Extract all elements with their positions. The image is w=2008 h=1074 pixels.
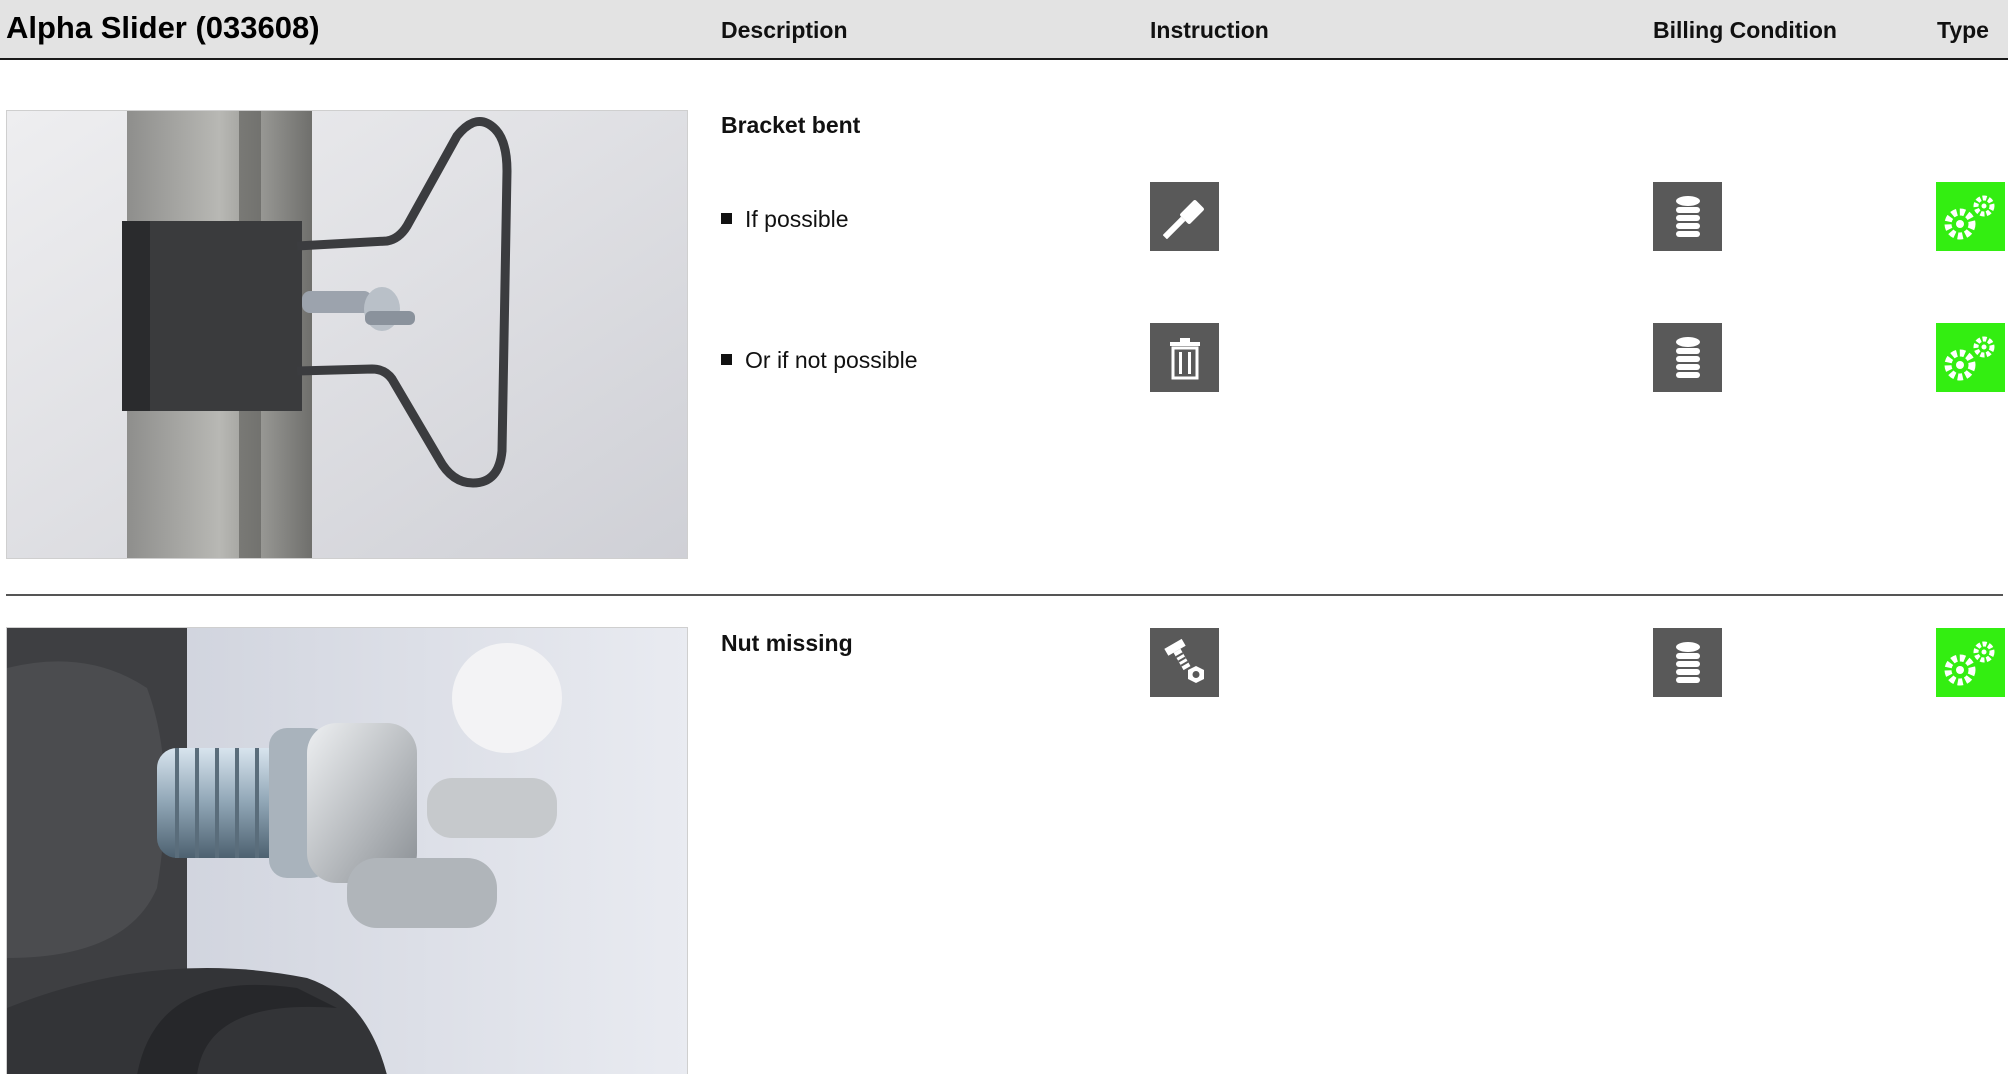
column-header-type: Type <box>1937 17 1989 43</box>
hammer-icon[interactable] <box>1150 182 1219 251</box>
coins-icon[interactable] <box>1653 628 1722 697</box>
gears-icon[interactable] <box>1936 323 2005 392</box>
bullet-square-icon <box>721 213 732 225</box>
column-header-description: Description <box>721 17 848 43</box>
bracket-photo <box>6 110 688 559</box>
trash-icon[interactable] <box>1150 323 1219 392</box>
list-item-label: Or if not possible <box>745 347 918 373</box>
page-title: Alpha Slider (033608) <box>6 10 320 45</box>
section-divider <box>6 594 2003 596</box>
table-header: Alpha Slider (033608) Description Instru… <box>0 0 2008 60</box>
coins-icon[interactable] <box>1653 182 1722 251</box>
column-header-billing-condition: Billing Condition <box>1653 17 1837 43</box>
column-header-instruction: Instruction <box>1150 17 1269 43</box>
list-item: Or if not possible <box>721 347 918 374</box>
wing-nut-photo <box>6 627 688 1074</box>
coins-icon[interactable] <box>1653 323 1722 392</box>
section-heading: Bracket bent <box>721 112 861 138</box>
gears-icon[interactable] <box>1936 182 2005 251</box>
list-item-label: If possible <box>745 206 849 232</box>
bolt-nut-icon[interactable] <box>1150 628 1219 697</box>
bullet-square-icon <box>721 354 732 366</box>
list-item: If possible <box>721 206 849 233</box>
gears-icon[interactable] <box>1936 628 2005 697</box>
section-heading: Nut missing <box>721 630 853 656</box>
